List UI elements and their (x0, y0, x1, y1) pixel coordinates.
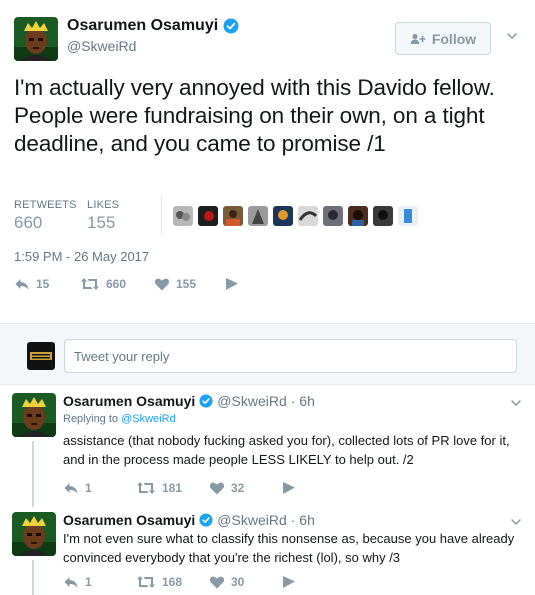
reply-author-name[interactable]: Osarumen Osamuyi (63, 512, 195, 528)
author-handle[interactable]: @SkweiRd (67, 38, 136, 54)
likes-label: LIKES (87, 199, 120, 211)
liker-avatar[interactable] (223, 206, 243, 226)
reply-time[interactable]: · 6h (291, 393, 315, 409)
follow-person-icon (410, 33, 426, 44)
reply-actions: 1 168 30 (63, 574, 297, 590)
retweets-count: 660 (14, 213, 43, 232)
retweet-count: 660 (106, 277, 127, 291)
heart-icon (209, 480, 225, 496)
liker-avatars (173, 206, 418, 226)
chevron-down-icon[interactable] (506, 30, 518, 42)
follow-button[interactable]: Follow (395, 22, 491, 55)
tweet-actions: 15 660 155 (14, 276, 240, 292)
retweet-action[interactable]: 168 (136, 574, 209, 590)
like-action[interactable]: 30 (209, 574, 281, 590)
liker-avatar[interactable] (398, 206, 418, 226)
verified-icon (223, 18, 239, 34)
message-action[interactable] (281, 574, 297, 590)
reply-action[interactable]: 1 (63, 480, 136, 496)
user-avatar[interactable] (27, 342, 55, 370)
message-icon (224, 276, 240, 292)
message-action[interactable] (224, 276, 240, 292)
reply-text: I'm not even sure what to classify this … (63, 531, 515, 565)
replying-label: Replying to (63, 413, 119, 425)
chevron-down-icon[interactable] (510, 397, 522, 409)
retweet-icon (136, 480, 156, 496)
reply-action[interactable]: 1 (63, 574, 136, 590)
like-count: 30 (231, 575, 245, 589)
author-name-row[interactable]: Osarumen Osamuyi (67, 17, 239, 35)
like-count: 155 (176, 277, 197, 291)
reply-input[interactable] (64, 339, 517, 373)
follow-label: Follow (431, 30, 477, 47)
reply-count: 1 (85, 481, 92, 495)
stats-divider (161, 195, 162, 235)
liker-avatar[interactable] (373, 206, 393, 226)
reply-composer (0, 323, 535, 385)
liker-avatar[interactable] (298, 206, 318, 226)
retweet-icon (136, 574, 156, 590)
reply-author-avatar[interactable] (12, 512, 56, 556)
retweets-label: RETWEETS (14, 199, 77, 211)
message-action[interactable] (281, 480, 297, 496)
reply-count: 15 (36, 277, 50, 291)
replying-to: Replying to @SkweiRd (63, 413, 176, 425)
chevron-down-icon[interactable] (510, 516, 522, 528)
retweet-action[interactable]: 181 (136, 480, 209, 496)
tweet-stats: RETWEETS 660 LIKES 155 (14, 199, 160, 233)
reply-author-name[interactable]: Osarumen Osamuyi (63, 393, 195, 409)
like-action[interactable]: 155 (154, 276, 224, 292)
heart-icon (154, 276, 170, 292)
like-count: 32 (231, 481, 245, 495)
reply-time[interactable]: · 6h (291, 512, 315, 528)
message-icon (281, 574, 297, 590)
retweet-count: 168 (162, 575, 183, 589)
reply-actions: 1 181 32 (63, 480, 297, 496)
retweet-icon (80, 276, 100, 292)
verified-icon (199, 394, 213, 408)
liker-avatar[interactable] (248, 206, 268, 226)
reply-header: Osarumen Osamuyi @SkweiRd · 6h (63, 512, 315, 528)
tweet-timestamp[interactable]: 1:59 PM - 26 May 2017 (14, 249, 149, 264)
reply-icon (63, 480, 79, 496)
likes-stat[interactable]: LIKES 155 (87, 199, 160, 233)
liker-avatar[interactable] (173, 206, 193, 226)
retweet-count: 181 (162, 481, 183, 495)
reply-icon (14, 276, 30, 292)
author-avatar[interactable] (14, 17, 58, 61)
liker-avatar[interactable] (323, 206, 343, 226)
reply-header: Osarumen Osamuyi @SkweiRd · 6h (63, 393, 315, 409)
reply-action[interactable]: 15 (14, 276, 80, 292)
reply-text: assistance (that nobody fucking asked yo… (63, 433, 510, 467)
like-action[interactable]: 32 (209, 480, 281, 496)
retweet-action[interactable]: 660 (80, 276, 154, 292)
likes-count: 155 (87, 213, 116, 232)
retweets-stat[interactable]: RETWEETS 660 (14, 199, 87, 233)
replying-handle-link[interactable]: @SkweiRd (121, 413, 176, 425)
liker-avatar[interactable] (273, 206, 293, 226)
liker-avatar[interactable] (198, 206, 218, 226)
thread-line (32, 441, 34, 507)
thread-line (32, 560, 34, 595)
liker-avatar[interactable] (348, 206, 368, 226)
reply-icon (63, 574, 79, 590)
author-name[interactable]: Osarumen Osamuyi (67, 17, 218, 35)
tweet-text: I'm actually very annoyed with this Davi… (14, 75, 495, 156)
reply-author-handle[interactable]: @SkweiRd (217, 512, 286, 528)
reply-count: 1 (85, 575, 92, 589)
reply-author-avatar[interactable] (12, 393, 56, 437)
verified-icon (199, 513, 213, 527)
heart-icon (209, 574, 225, 590)
reply-author-handle[interactable]: @SkweiRd (217, 393, 286, 409)
message-icon (281, 480, 297, 496)
